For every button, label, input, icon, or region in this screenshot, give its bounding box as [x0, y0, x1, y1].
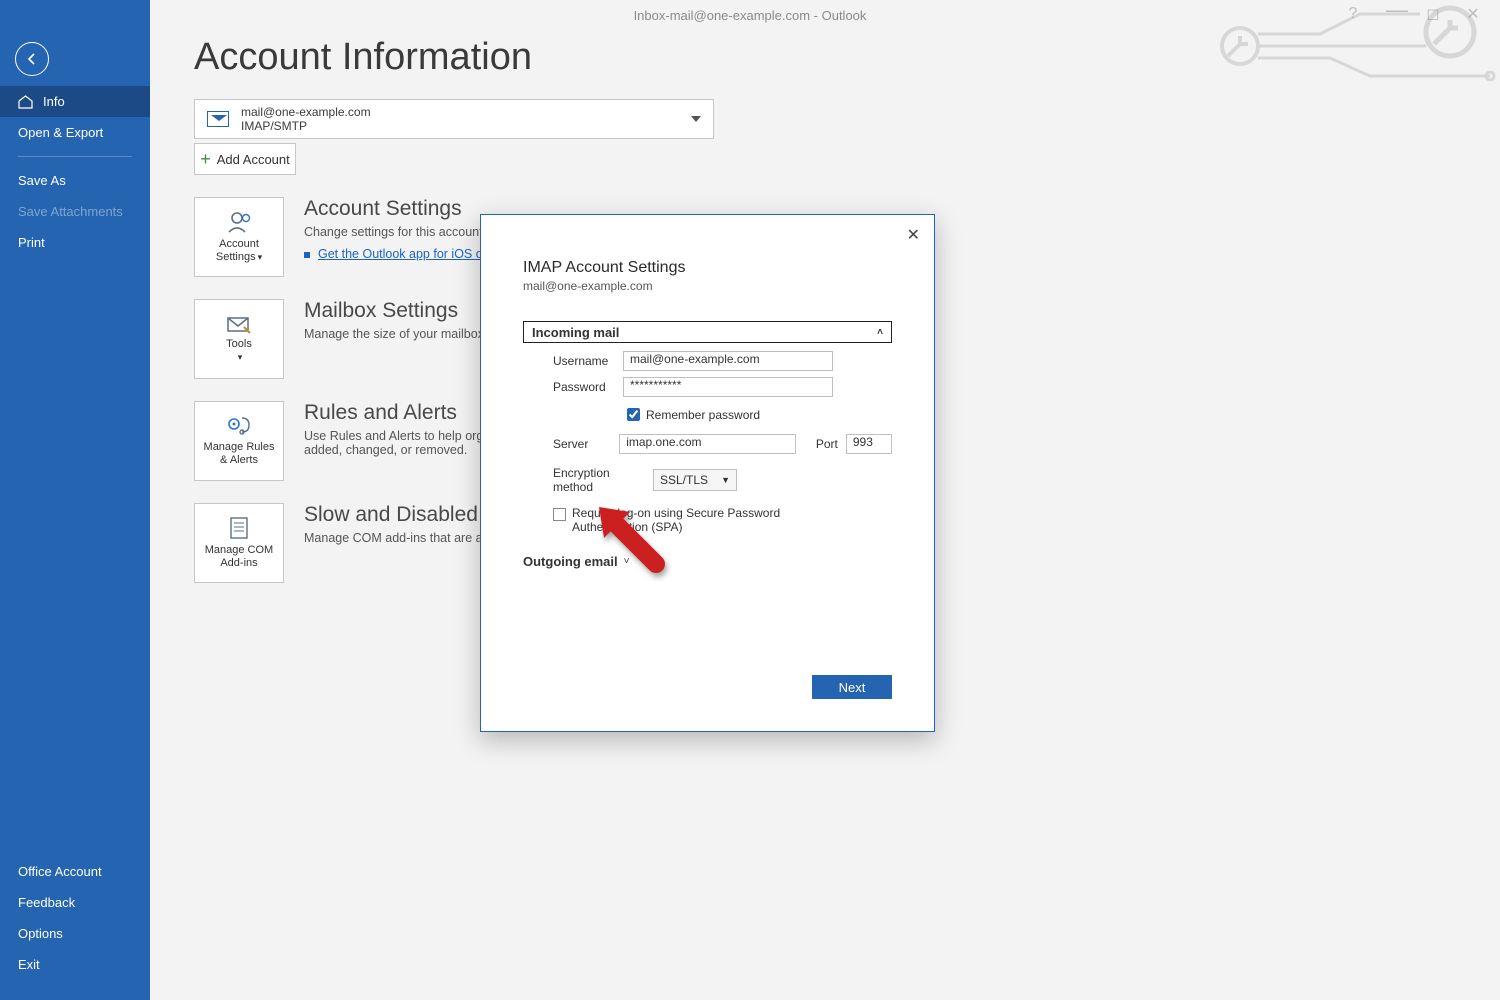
tile-label: Tools [226, 338, 252, 350]
sidebar-item-office-account[interactable]: Office Account [0, 856, 150, 887]
remember-password-label: Remember password [646, 408, 760, 422]
mailbox-tools-icon [226, 314, 252, 334]
account-settings-tile[interactable]: AccountSettings▾ [194, 197, 284, 277]
server-label: Server [523, 437, 619, 451]
port-label: Port [816, 437, 838, 451]
sidebar-label-print: Print [18, 235, 45, 250]
sidebar-item-info[interactable]: Info [0, 86, 150, 117]
addins-tile[interactable]: Manage COMAdd-ins [194, 503, 284, 583]
spa-label: Require log-on using Secure Password Aut… [572, 506, 852, 534]
account-protocol: IMAP/SMTP [241, 119, 371, 133]
dialog-title: IMAP Account Settings [523, 259, 892, 277]
chevron-up-icon: ˄ [877, 327, 883, 338]
outgoing-email-label: Outgoing email [523, 554, 618, 569]
sidebar-label-save-attachments: Save Attachments [18, 204, 123, 219]
tile-label: Settings [216, 251, 256, 263]
sidebar-item-options[interactable]: Options [0, 918, 150, 949]
tile-label: & Alerts [220, 454, 258, 466]
tile-label: Account [219, 238, 259, 250]
sidebar-separator [18, 156, 132, 157]
sidebar-item-save-as[interactable]: Save As [0, 165, 150, 196]
sidebar-label-open-export: Open & Export [18, 125, 103, 140]
sidebar-item-feedback[interactable]: Feedback [0, 887, 150, 918]
imap-settings-dialog: ✕ IMAP Account Settings mail@one-example… [480, 214, 935, 732]
chevron-down-icon: ˅ [624, 556, 630, 567]
tile-label: Add-ins [220, 557, 257, 569]
decorative-graphic [1020, 4, 1500, 84]
account-picker[interactable]: mail@one-example.com IMAP/SMTP [194, 99, 714, 139]
username-label: Username [523, 354, 623, 368]
dialog-subtitle: mail@one-example.com [523, 279, 892, 293]
encryption-select[interactable]: SSL/TLS ▼ [653, 469, 737, 491]
incoming-mail-expander[interactable]: Incoming mail ˄ [523, 321, 892, 343]
addins-icon [228, 516, 250, 540]
sidebar-label-info: Info [43, 94, 65, 109]
dialog-close-button[interactable]: ✕ [907, 225, 920, 245]
chevron-down-icon [691, 116, 701, 122]
port-input[interactable]: 993 [846, 434, 892, 454]
next-button[interactable]: Next [812, 675, 892, 699]
mail-icon [207, 111, 229, 127]
outgoing-email-expander[interactable]: Outgoing email ˅ [523, 554, 892, 569]
next-label: Next [839, 680, 866, 695]
account-email: mail@one-example.com [241, 105, 371, 119]
person-gear-icon [226, 210, 252, 234]
sidebar-item-open-export[interactable]: Open & Export [0, 117, 150, 148]
sidebar-item-save-attachments: Save Attachments [0, 196, 150, 227]
sidebar-label-exit: Exit [18, 957, 40, 972]
chevron-down-icon: ▾ [258, 252, 263, 262]
tools-tile[interactable]: Tools ▾ [194, 299, 284, 379]
plus-icon: + [200, 152, 211, 166]
password-label: Password [523, 380, 623, 394]
sidebar-label-options: Options [18, 926, 63, 941]
encryption-label: Encryption method [523, 466, 653, 494]
chevron-down-icon: ▼ [721, 475, 730, 485]
password-input[interactable]: *********** [623, 377, 833, 397]
spa-checkbox[interactable] [553, 508, 566, 521]
username-input[interactable]: mail@one-example.com [623, 351, 833, 371]
back-button[interactable] [15, 42, 49, 76]
rules-tile[interactable]: Manage Rules& Alerts [194, 401, 284, 481]
remember-password-checkbox[interactable] [627, 408, 640, 421]
sidebar-label-save-as: Save As [18, 173, 66, 188]
chevron-down-icon: ▾ [238, 352, 243, 362]
home-icon [18, 95, 33, 109]
sidebar-label-feedback: Feedback [18, 895, 75, 910]
file-sidebar: Info Open & Export Save As Save Attachme… [0, 0, 150, 1000]
tile-label: Manage COM [205, 544, 273, 556]
sidebar-item-exit[interactable]: Exit [0, 949, 150, 980]
bullet-icon [304, 252, 310, 258]
sidebar-item-print[interactable]: Print [0, 227, 150, 258]
add-account-button[interactable]: + Add Account [194, 143, 296, 175]
incoming-mail-label: Incoming mail [532, 325, 619, 340]
rules-icon [225, 415, 253, 437]
encryption-value: SSL/TLS [660, 473, 708, 487]
sidebar-label-office-account: Office Account [18, 864, 102, 879]
server-input[interactable]: imap.one.com [619, 434, 796, 454]
tile-label: Manage Rules [204, 441, 275, 453]
add-account-label: Add Account [217, 152, 290, 167]
